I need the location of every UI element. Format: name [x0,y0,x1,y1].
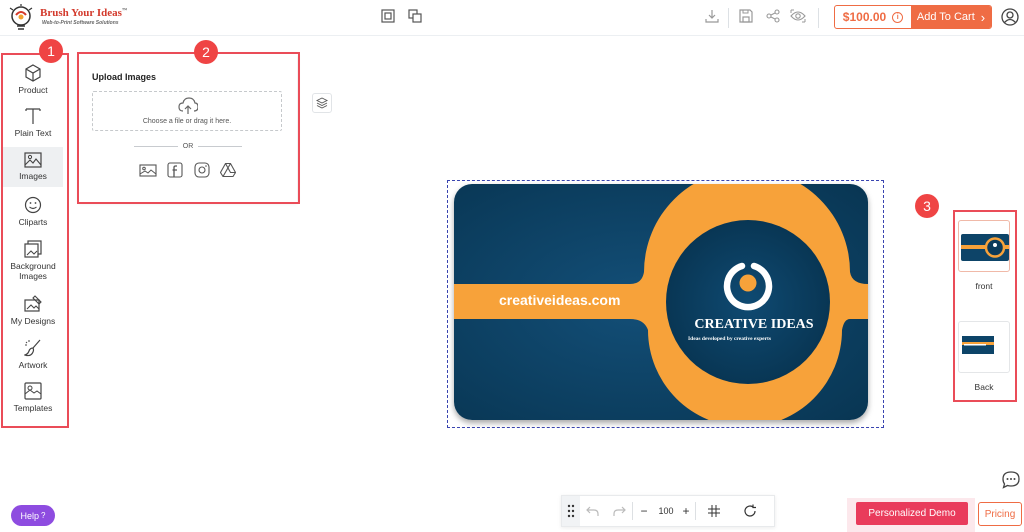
save-icon[interactable] [736,6,756,26]
reset-icon[interactable] [732,504,768,518]
brand-logo-icon[interactable] [7,4,35,32]
layers-button[interactable] [312,93,332,113]
pricing-button[interactable]: Pricing [978,502,1022,526]
annotation-badge-3: 3 [915,194,939,218]
price-cart-group: $100.00 i Add To Cart › [834,5,992,29]
top-header: Brush Your Ideas™ Web-to-Print Software … [0,0,1024,36]
share-icon[interactable] [763,6,783,26]
duplicate-icon[interactable] [405,6,425,26]
price-display[interactable]: $100.00 i [835,6,911,28]
download-icon[interactable] [702,6,722,26]
annotation-badge-1: 1 [39,39,63,63]
chat-icon[interactable] [1001,470,1021,490]
bottom-toolbar: − 100 + [561,495,775,527]
help-label: Help [20,510,40,521]
drag-handle-icon[interactable] [562,496,580,526]
card-company-name: CREATIVE IDEAS [694,317,814,332]
add-to-cart-label: Add To Cart [916,11,975,23]
annotation-frame-sides [953,210,1017,402]
help-button[interactable]: Help ? [11,505,55,526]
price-info-icon[interactable]: i [892,11,904,23]
zoom-in-button[interactable]: + [677,504,695,518]
add-to-cart-button[interactable]: Add To Cart › [911,6,991,28]
zoom-out-button[interactable]: − [633,504,655,518]
header-divider [728,8,729,28]
brand-name: Brush Your Ideas™ [40,7,127,19]
help-question-icon: ? [41,511,46,520]
header-divider [818,8,819,28]
fit-to-page-icon[interactable] [378,6,398,26]
annotation-badge-2: 2 [194,40,218,64]
personalized-demo-button[interactable]: Personalized Demo [856,502,968,525]
preview-eye-icon[interactable] [788,6,808,26]
card-inner-circle [666,220,830,384]
chevron-right-icon: › [980,9,986,25]
redo-icon[interactable] [606,504,632,518]
card-website-text: creativeideas.com [499,292,621,308]
annotation-frame-upload [77,52,300,204]
user-account-icon[interactable] [1000,7,1020,27]
undo-icon[interactable] [580,504,606,518]
brand-tagline: Web-to-Print Software Solutions [42,20,119,26]
business-card-canvas[interactable]: creativeideas.com CREATIVE IDEAS Ideas d… [454,184,868,420]
zoom-level: 100 [658,506,674,516]
layers-icon [316,97,328,109]
card-tagline: Ideas developed by creative experts [688,336,771,342]
annotation-frame-sidebar [1,53,69,428]
grid-icon[interactable] [696,505,732,517]
price-value: $100.00 [842,10,887,24]
